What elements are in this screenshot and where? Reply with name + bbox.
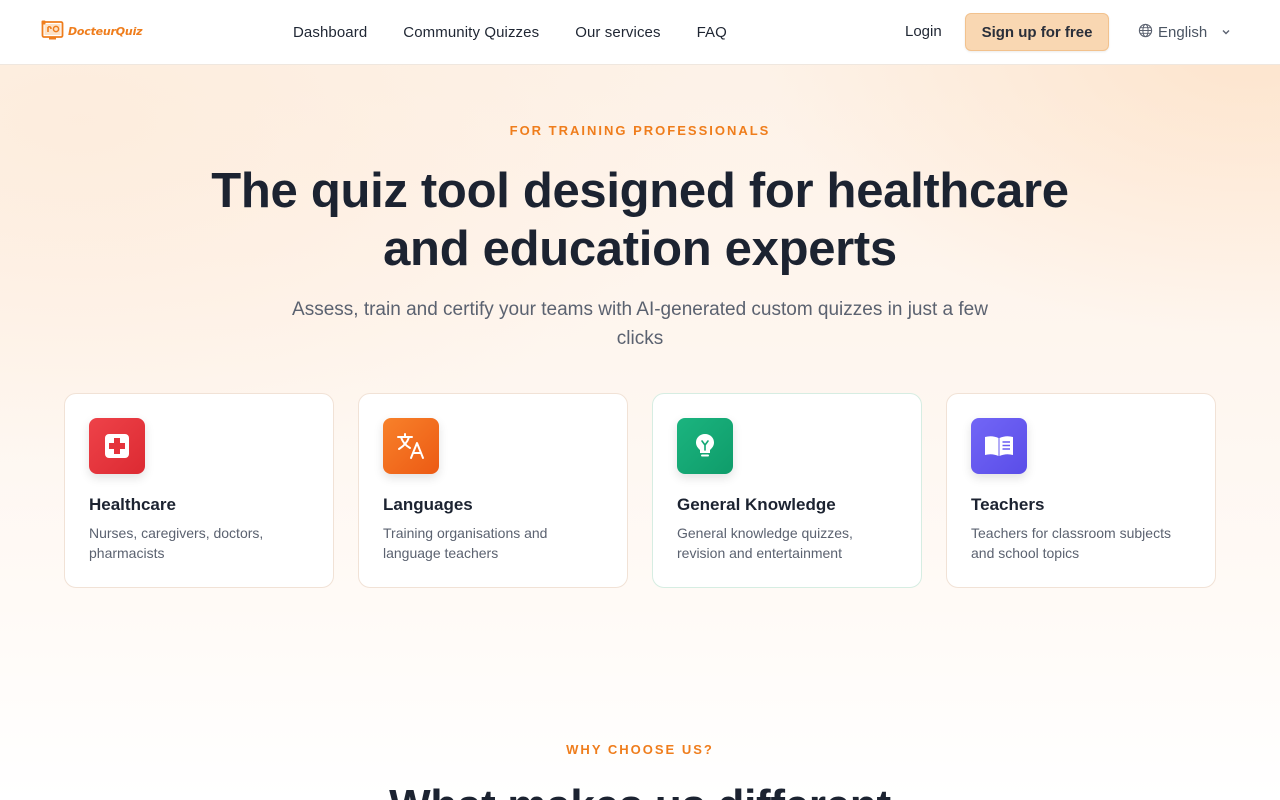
- login-link[interactable]: Login: [905, 23, 942, 40]
- brand-name: DocteurQuiz: [68, 24, 143, 38]
- why-title: What makes us different: [0, 780, 1280, 800]
- nav-dashboard[interactable]: Dashboard: [293, 24, 367, 41]
- translate-icon: [383, 418, 439, 474]
- hero-eyebrow: FOR TRAINING PROFESSIONALS: [509, 123, 771, 138]
- language-selector[interactable]: English: [1138, 22, 1231, 42]
- lightbulb-icon: [677, 418, 733, 474]
- globe-icon: [1138, 23, 1153, 42]
- card-title: Healthcare: [89, 495, 176, 514]
- medical-cross-icon: [89, 418, 145, 474]
- card-languages[interactable]: Languages Training organisations and lan…: [358, 393, 628, 588]
- card-teachers[interactable]: Teachers Teachers for classroom subjects…: [946, 393, 1216, 588]
- hero-subtitle: Assess, train and certify your teams wit…: [292, 299, 988, 349]
- chevron-down-icon: [1221, 24, 1231, 41]
- card-description: Teachers for classroom subjects and scho…: [971, 525, 1171, 561]
- nav-our-services[interactable]: Our services: [575, 24, 660, 41]
- main-nav: Dashboard Community Quizzes Our services…: [293, 0, 727, 64]
- language-label: English: [1158, 23, 1208, 41]
- card-description: Nurses, caregivers, doctors, pharmacists: [89, 525, 264, 561]
- card-title: General Knowledge: [677, 495, 836, 514]
- nav-community-quizzes[interactable]: Community Quizzes: [403, 24, 539, 41]
- top-navbar: DocteurQuiz Dashboard Community Quizzes …: [0, 0, 1280, 65]
- card-healthcare[interactable]: Healthcare Nurses, caregivers, doctors, …: [64, 393, 334, 588]
- hero-title: The quiz tool designed for healthcare an…: [190, 162, 1090, 278]
- logo-icon: [41, 19, 65, 43]
- card-description: Training organisations and language teac…: [383, 525, 548, 561]
- signup-button[interactable]: Sign up for free: [965, 13, 1109, 51]
- nav-faq[interactable]: FAQ: [697, 24, 727, 41]
- hero-title-line-1: The quiz tool designed for healthcare: [211, 164, 1069, 218]
- open-book-icon: [971, 418, 1027, 474]
- hero-title-line-2: and education experts: [383, 222, 897, 276]
- why-eyebrow: WHY CHOOSE US?: [566, 742, 714, 757]
- brand-logo[interactable]: DocteurQuiz: [41, 19, 143, 43]
- card-description: General knowledge quizzes, revision and …: [677, 525, 853, 561]
- card-title: Teachers: [971, 495, 1045, 514]
- card-general-knowledge[interactable]: General Knowledge General knowledge quiz…: [652, 393, 922, 588]
- card-title: Languages: [383, 495, 473, 514]
